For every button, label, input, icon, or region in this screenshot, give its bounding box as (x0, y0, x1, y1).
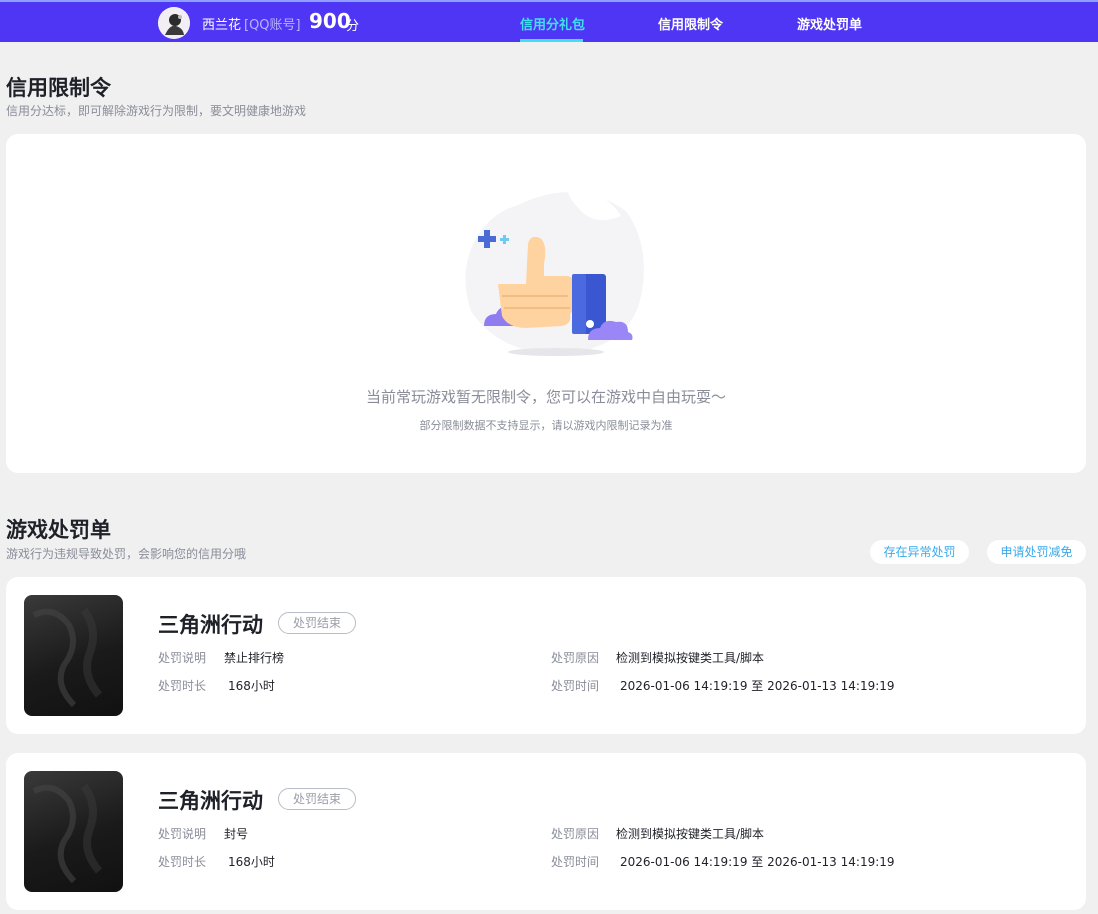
restriction-section-title: 信用限制令 (6, 76, 111, 100)
game-artwork-icon (32, 607, 103, 708)
username: 西兰花 (202, 18, 242, 33)
penalty-card: 三角洲行动 处罚结束 处罚说明 封号 处罚原因 检测到模拟按键类工具/脚本 处罚… (6, 753, 1086, 910)
penalty-time-value: 2026-01-06 14:19:19 至 2026-01-13 14:19:1… (620, 679, 895, 693)
user-avatar-icon (158, 7, 190, 39)
penalty-time-value: 2026-01-06 14:19:19 至 2026-01-13 14:19:1… (620, 855, 895, 869)
game-artwork-icon (32, 783, 103, 884)
empty-state-note: 部分限制数据不支持显示，请以游戏内限制记录为准 (419, 419, 673, 432)
game-name: 三角洲行动 (158, 613, 263, 637)
penalty-duration-value: 168小时 (228, 679, 275, 693)
penalty-desc-label: 处罚说明 (158, 827, 207, 841)
penalty-duration-label: 处罚时长 (158, 855, 207, 869)
penalty-section-subtitle: 游戏行为违规导致处罚，会影响您的信用分哦 (6, 547, 247, 561)
penalty-time-label: 处罚时间 (551, 679, 600, 693)
tab-credit-gift[interactable]: 信用分礼包 (520, 14, 585, 33)
penalty-duration-label: 处罚时长 (158, 679, 207, 693)
restriction-section-subtitle: 信用分达标，即可解除游戏行为限制，要文明健康地游戏 (6, 104, 307, 118)
game-cover-image (24, 595, 123, 716)
penalty-time-label: 处罚时间 (551, 855, 600, 869)
report-abnormal-penalty-button[interactable]: 存在异常处罚 (870, 540, 969, 564)
penalty-duration-value: 168小时 (228, 855, 275, 869)
tab-game-penalty[interactable]: 游戏处罚单 (797, 14, 862, 33)
thumbs-up-icon (465, 186, 644, 356)
penalty-desc-label: 处罚说明 (158, 651, 207, 665)
tab-credit-restriction[interactable]: 信用限制令 (658, 14, 723, 33)
penalty-reason-label: 处罚原因 (551, 827, 600, 841)
game-name: 三角洲行动 (158, 789, 263, 813)
restriction-empty-card: 当前常玩游戏暂无限制令，您可以在游戏中自由玩耍～ 部分限制数据不支持显示，请以游… (6, 134, 1086, 473)
penalty-desc-value: 封号 (224, 827, 249, 841)
apply-penalty-reduction-button[interactable]: 申请处罚减免 (987, 540, 1086, 564)
credit-score: 900 (309, 9, 351, 33)
credit-score-unit: 分 (346, 19, 360, 34)
status-badge: 处罚结束 (278, 788, 356, 810)
penalty-section-title: 游戏处罚单 (6, 518, 111, 542)
penalty-reason-value: 检测到模拟按键类工具/脚本 (616, 827, 765, 841)
top-navigation-bar: 西兰花 [QQ账号] 900 分 信用分礼包 信用限制令 游戏处罚单 (0, 0, 1098, 42)
game-cover-image (24, 771, 123, 892)
account-type: [QQ账号] (244, 18, 301, 33)
penalty-reason-label: 处罚原因 (551, 651, 600, 665)
penalty-reason-value: 检测到模拟按键类工具/脚本 (616, 651, 765, 665)
status-badge: 处罚结束 (278, 612, 356, 634)
empty-state-message: 当前常玩游戏暂无限制令，您可以在游戏中自由玩耍～ (365, 388, 726, 406)
avatar[interactable] (158, 7, 190, 39)
penalty-desc-value: 禁止排行榜 (224, 651, 285, 665)
active-tab-indicator (520, 39, 583, 42)
penalty-card: 三角洲行动 处罚结束 处罚说明 禁止排行榜 处罚原因 检测到模拟按键类工具/脚本… (6, 577, 1086, 734)
